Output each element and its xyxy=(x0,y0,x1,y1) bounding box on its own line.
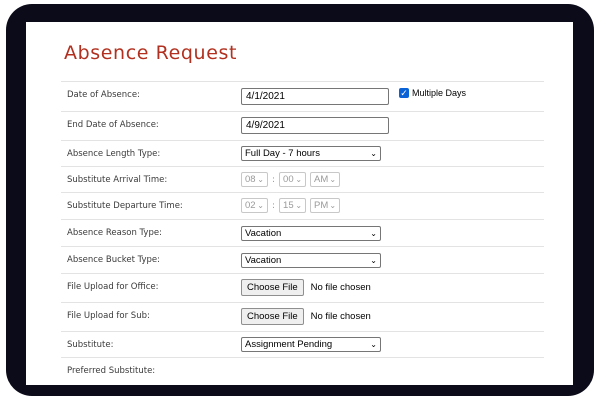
chevron-down-icon: ⌄ xyxy=(370,256,377,265)
bucket-type-select[interactable]: Vacation ⌄ xyxy=(241,253,381,268)
arrival-hour-select[interactable]: 08 ⌄ xyxy=(241,172,268,187)
chevron-down-icon: ⌄ xyxy=(257,175,264,184)
row-reason-type: Absence Reason Type: Vacation ⌄ xyxy=(61,220,544,247)
row-bucket-type: Absence Bucket Type: Vacation ⌄ xyxy=(61,247,544,274)
arrival-ampm-value: AM xyxy=(314,174,329,185)
departure-ampm-select[interactable]: PM ⌄ xyxy=(310,198,341,213)
chevron-down-icon: ⌄ xyxy=(370,149,377,158)
arrival-hour-value: 08 xyxy=(245,174,256,185)
substitute-value: Assignment Pending xyxy=(245,339,333,350)
time-separator: : xyxy=(272,200,276,211)
arrival-time-label: Substitute Arrival Time: xyxy=(67,175,168,185)
row-end-date: End Date of Absence: 4/9/2021 xyxy=(61,112,544,141)
date-of-absence-input[interactable]: 4/1/2021 xyxy=(241,88,389,105)
length-type-select[interactable]: Full Day - 7 hours ⌄ xyxy=(241,146,381,161)
row-preferred-substitute: Preferred Substitute: xyxy=(61,358,544,382)
arrival-minute-value: 00 xyxy=(283,174,294,185)
screen: Absence Request Date of Absence: 4/1/202… xyxy=(26,22,573,385)
chevron-down-icon: ⌄ xyxy=(257,201,264,210)
departure-time-label: Substitute Departure Time: xyxy=(67,201,183,211)
substitute-select[interactable]: Assignment Pending ⌄ xyxy=(241,337,381,352)
arrival-minute-select[interactable]: 00 ⌄ xyxy=(279,172,307,187)
row-date-of-absence: Date of Absence: 4/1/2021 ✓ Multiple Day… xyxy=(61,82,544,112)
end-date-label: End Date of Absence: xyxy=(67,120,159,130)
multiple-days-checkbox[interactable]: ✓ xyxy=(399,88,409,98)
departure-hour-value: 02 xyxy=(245,200,256,211)
arrival-ampm-select[interactable]: AM ⌄ xyxy=(310,172,341,187)
multiple-days-checkbox-wrap[interactable]: ✓ Multiple Days xyxy=(399,88,466,98)
row-upload-office: File Upload for Office: Choose File No f… xyxy=(61,274,544,303)
upload-office-label: File Upload for Office: xyxy=(67,282,159,292)
reason-type-value: Vacation xyxy=(245,228,282,239)
multiple-days-label: Multiple Days xyxy=(412,88,467,98)
upload-sub-label: File Upload for Sub: xyxy=(67,311,150,321)
upload-office-status: No file chosen xyxy=(310,282,371,293)
bucket-type-value: Vacation xyxy=(245,255,282,266)
chevron-down-icon: ⌄ xyxy=(370,340,377,349)
row-substitute: Substitute: Assignment Pending ⌄ xyxy=(61,332,544,358)
departure-ampm-value: PM xyxy=(314,200,329,211)
chevron-down-icon: ⌄ xyxy=(370,229,377,238)
absence-form: Date of Absence: 4/1/2021 ✓ Multiple Day… xyxy=(61,81,544,382)
page-title: Absence Request xyxy=(64,42,238,64)
substitute-label: Substitute: xyxy=(67,340,114,350)
reason-type-select[interactable]: Vacation ⌄ xyxy=(241,226,381,241)
reason-type-label: Absence Reason Type: xyxy=(67,228,162,238)
chevron-down-icon: ⌄ xyxy=(329,201,337,210)
upload-sub-choose-button[interactable]: Choose File xyxy=(241,308,304,325)
end-date-input[interactable]: 4/9/2021 xyxy=(241,117,389,134)
chevron-down-icon: ⌄ xyxy=(295,201,303,210)
checkmark-icon: ✓ xyxy=(400,88,408,98)
date-of-absence-label: Date of Absence: xyxy=(67,90,140,100)
row-length-type: Absence Length Type: Full Day - 7 hours … xyxy=(61,141,544,167)
device-frame: Absence Request Date of Absence: 4/1/202… xyxy=(6,4,594,396)
row-arrival-time: Substitute Arrival Time: 08 ⌄ : 00 ⌄ AM … xyxy=(61,167,544,193)
length-type-value: Full Day - 7 hours xyxy=(245,148,320,159)
departure-minute-value: 15 xyxy=(283,200,294,211)
chevron-down-icon: ⌄ xyxy=(329,175,337,184)
departure-minute-select[interactable]: 15 ⌄ xyxy=(279,198,307,213)
time-separator: : xyxy=(272,174,276,185)
length-type-label: Absence Length Type: xyxy=(67,149,161,159)
row-upload-sub: File Upload for Sub: Choose File No file… xyxy=(61,303,544,332)
preferred-substitute-label: Preferred Substitute: xyxy=(67,366,156,376)
upload-sub-status: No file chosen xyxy=(310,311,371,322)
row-departure-time: Substitute Departure Time: 02 ⌄ : 15 ⌄ P… xyxy=(61,193,544,220)
upload-office-choose-button[interactable]: Choose File xyxy=(241,279,304,296)
chevron-down-icon: ⌄ xyxy=(295,175,303,184)
departure-hour-select[interactable]: 02 ⌄ xyxy=(241,198,268,213)
bucket-type-label: Absence Bucket Type: xyxy=(67,255,161,265)
